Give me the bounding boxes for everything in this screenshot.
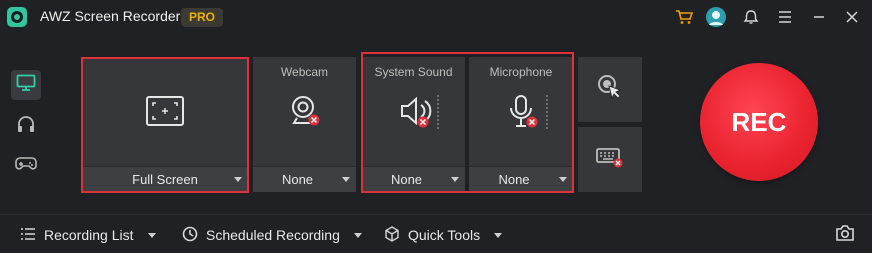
user-avatar-icon[interactable] — [705, 6, 727, 28]
menu-icon[interactable] — [774, 6, 796, 28]
pro-badge[interactable]: PRO — [181, 8, 223, 27]
keystroke-display-button[interactable] — [578, 127, 642, 192]
chevron-down-icon — [147, 232, 156, 238]
chevron-down-icon — [342, 177, 350, 182]
gamepad-icon — [15, 154, 37, 177]
app-logo-icon — [6, 6, 28, 28]
chevron-down-icon — [559, 177, 567, 182]
title-bar: AWZ Screen Recorder PRO — [0, 0, 872, 34]
screen-area-dropdown[interactable]: Full Screen — [82, 166, 248, 192]
app-title: AWZ Screen Recorder — [40, 8, 181, 24]
minimize-icon[interactable] — [808, 6, 830, 28]
webcam-title: Webcam — [280, 65, 329, 79]
webcam-icon — [285, 91, 325, 131]
chevron-down-icon — [353, 232, 362, 238]
microphone-value: None — [498, 172, 530, 187]
speaker-icon — [398, 93, 438, 136]
camera-icon — [835, 224, 855, 245]
system-sound-panel[interactable]: System Sound None — [362, 57, 465, 192]
screen-area-value: Full Screen — [132, 172, 198, 187]
webcam-panel[interactable]: Webcam None — [253, 57, 356, 192]
rail-game-mode[interactable] — [11, 150, 41, 180]
microphone-level-meter — [546, 95, 548, 129]
system-sound-title: System Sound — [374, 65, 453, 79]
webcam-value: None — [281, 172, 314, 187]
chevron-down-icon — [451, 177, 459, 182]
screenshot-button[interactable] — [835, 224, 855, 244]
quick-tools-menu[interactable]: Quick Tools — [384, 225, 503, 245]
chevron-down-icon — [234, 177, 242, 182]
recording-list-menu[interactable]: Recording List — [20, 225, 156, 245]
bottom-toolbar: Recording List Scheduled Recording Quick… — [0, 214, 872, 253]
screen-region-icon — [145, 95, 185, 132]
microphone-title: Microphone — [489, 65, 553, 79]
system-sound-level-meter — [437, 95, 439, 129]
rail-screen-mode[interactable] — [11, 70, 41, 100]
microphone-icon — [507, 93, 543, 136]
microphone-dropdown[interactable]: None — [469, 166, 573, 192]
screen-area-panel[interactable]: Full Screen — [82, 57, 248, 192]
scheduled-recording-menu[interactable]: Scheduled Recording — [182, 225, 362, 245]
system-sound-dropdown[interactable]: None — [362, 166, 465, 192]
headphones-icon — [16, 115, 36, 138]
cursor-click-icon — [596, 73, 624, 106]
close-icon[interactable] — [841, 6, 863, 28]
mouse-click-effect-button[interactable] — [578, 57, 642, 122]
rec-label: REC — [731, 106, 787, 137]
system-sound-value: None — [390, 172, 423, 187]
quick-tools-label: Quick Tools — [408, 227, 481, 243]
rail-audio-mode[interactable] — [11, 111, 41, 141]
clock-icon — [182, 226, 198, 245]
webcam-dropdown[interactable]: None — [253, 166, 356, 192]
rec-button[interactable]: REC — [700, 63, 818, 181]
cube-icon — [384, 225, 400, 245]
scheduled-recording-label: Scheduled Recording — [206, 227, 340, 243]
list-icon — [20, 227, 36, 244]
bell-icon[interactable] — [740, 6, 762, 28]
cart-icon[interactable] — [673, 6, 695, 28]
microphone-panel[interactable]: Microphone None — [469, 57, 573, 192]
chevron-down-icon — [494, 232, 503, 238]
recording-list-label: Recording List — [44, 227, 134, 243]
keyboard-icon — [595, 145, 625, 174]
monitor-icon — [16, 74, 36, 97]
